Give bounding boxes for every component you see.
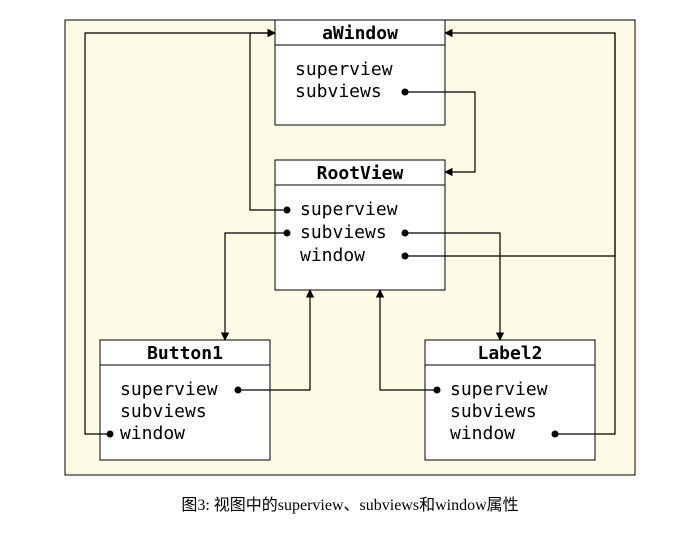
rootview-title: RootView [317,163,404,184]
node-label2: Label2 superview subviews window [425,340,595,460]
label2-title: Label2 [477,343,542,364]
rootview-prop-subviews: subviews [300,222,387,243]
node-rootview: RootView superview subviews window [275,160,445,290]
rootview-prop-window: window [300,245,365,266]
awindow-prop-superview: superview [295,59,393,80]
label2-prop-superview: superview [450,379,548,400]
button1-title: Button1 [147,343,223,364]
view-hierarchy-diagram: aWindow superview subviews RootView supe… [0,0,700,538]
awindow-title: aWindow [322,23,398,44]
button1-prop-window: window [120,423,185,444]
label2-prop-window: window [450,423,515,444]
rootview-prop-superview: superview [300,199,398,220]
node-awindow: aWindow superview subviews [275,20,445,125]
node-button1: Button1 superview subviews window [100,340,270,460]
awindow-prop-subviews: subviews [295,81,382,102]
button1-prop-superview: superview [120,379,218,400]
button1-prop-subviews: subviews [120,401,207,422]
figure-caption: 图3: 视图中的superview、subviews和window属性 [181,496,518,514]
label2-prop-subviews: subviews [450,401,537,422]
